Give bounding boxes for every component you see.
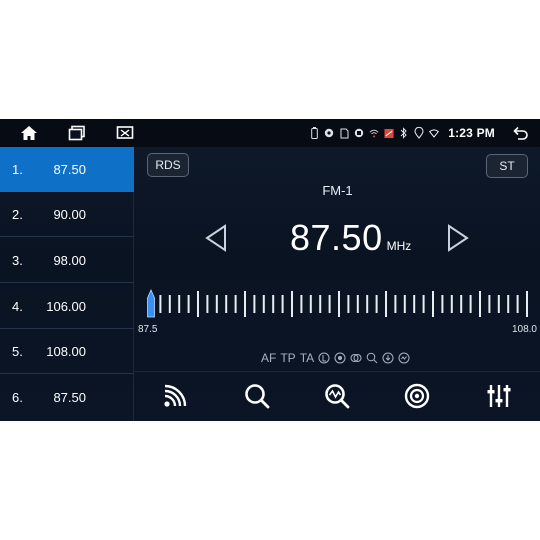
seek-next-button[interactable] [445, 223, 471, 253]
frequency-display: 87.50 MHz [290, 217, 411, 259]
preset-frequency: 106.00 [46, 298, 86, 314]
preset-number: 4. [12, 298, 23, 314]
scan-button[interactable] [317, 378, 357, 414]
preset-number: 1. [12, 162, 23, 177]
radio-button[interactable] [397, 378, 437, 414]
scan-icon [325, 384, 350, 409]
preset-item-3[interactable]: 3. 98.00 [0, 238, 134, 283]
download-circle-icon[interactable] [382, 352, 394, 364]
equalizer-button[interactable] [479, 378, 519, 414]
feature-indicators: AF TP TA [261, 351, 410, 365]
scale-min-label: 87.5 [138, 324, 158, 335]
battery-icon [309, 127, 319, 139]
preset-item-1[interactable]: 1. 87.50 [0, 147, 134, 192]
radio-toolbar [135, 371, 540, 421]
band-label[interactable]: FM-1 [135, 183, 540, 198]
gps-icon [384, 127, 394, 139]
preset-frequency: 90.00 [53, 206, 86, 222]
search-icon [245, 384, 270, 409]
recent-apps-icon[interactable] [66, 124, 88, 142]
location-icon [414, 127, 424, 139]
search-button[interactable] [237, 378, 277, 414]
wifi-icon [429, 127, 440, 139]
preset-number: 5. [12, 343, 23, 359]
preset-number: 2. [12, 206, 23, 222]
preset-item-6[interactable]: 6. 87.50 [0, 375, 134, 420]
scan-small-icon[interactable] [398, 352, 410, 364]
screen-mirror-icon[interactable] [114, 124, 136, 142]
home-icon[interactable] [18, 124, 40, 142]
seek-prev-button[interactable] [203, 223, 229, 253]
clock: 1:23 PM [448, 126, 495, 140]
preset-item-4[interactable]: 4. 106.00 [0, 284, 134, 329]
tp-indicator[interactable]: TP [280, 351, 295, 365]
ta-indicator[interactable]: TA [300, 351, 314, 365]
frequency-unit: MHz [386, 239, 412, 253]
tuning-needle[interactable] [147, 289, 155, 318]
wifi-signal-icon [369, 127, 379, 139]
preset-number: 6. [12, 390, 23, 405]
triangle-left-icon [205, 224, 226, 252]
stereo-mode-icon[interactable] [334, 352, 346, 364]
scale-ticks[interactable] [135, 284, 540, 322]
preset-list: 1. 87.50 2. 90.00 3. 98.00 4. 106.00 5. … [0, 147, 134, 421]
af-indicator[interactable]: AF [261, 351, 276, 365]
broadcast-icon [164, 384, 187, 407]
frequency-scale[interactable]: 87.5 108.0 [135, 284, 540, 344]
mono-mode-icon[interactable] [350, 352, 362, 364]
cast-icon [354, 127, 364, 139]
preset-item-2[interactable]: 2. 90.00 [0, 192, 134, 237]
preset-item-5[interactable]: 5. 108.00 [0, 329, 134, 374]
search-small-icon[interactable] [366, 352, 378, 364]
preset-frequency: 108.00 [46, 343, 86, 359]
tuner-panel: RDS ST FM-1 87.50 MHz 87.5 108.0 AF TP T… [135, 147, 540, 421]
current-frequency: 87.50 [290, 217, 383, 258]
equalizer-icon [487, 385, 511, 407]
record-icon [324, 127, 334, 139]
rds-button[interactable]: RDS [147, 153, 189, 177]
radio-screen: 1:23 PM 1. 87.50 2. 90.00 3. 98.00 4. 10… [0, 119, 540, 421]
radio-icon [404, 383, 430, 409]
status-bar: 1:23 PM [0, 119, 540, 147]
loc-dx-icon[interactable] [318, 352, 330, 364]
broadcast-button[interactable] [155, 378, 195, 414]
bluetooth-icon [399, 127, 409, 139]
preset-frequency: 98.00 [53, 252, 86, 268]
preset-frequency: 87.50 [53, 390, 86, 405]
preset-frequency: 87.50 [53, 162, 86, 177]
back-icon[interactable] [512, 124, 530, 142]
preset-number: 3. [12, 252, 23, 268]
sim-icon [339, 127, 349, 139]
stereo-button[interactable]: ST [486, 154, 528, 178]
scale-max-label: 108.0 [511, 324, 537, 335]
triangle-right-icon [448, 224, 469, 252]
